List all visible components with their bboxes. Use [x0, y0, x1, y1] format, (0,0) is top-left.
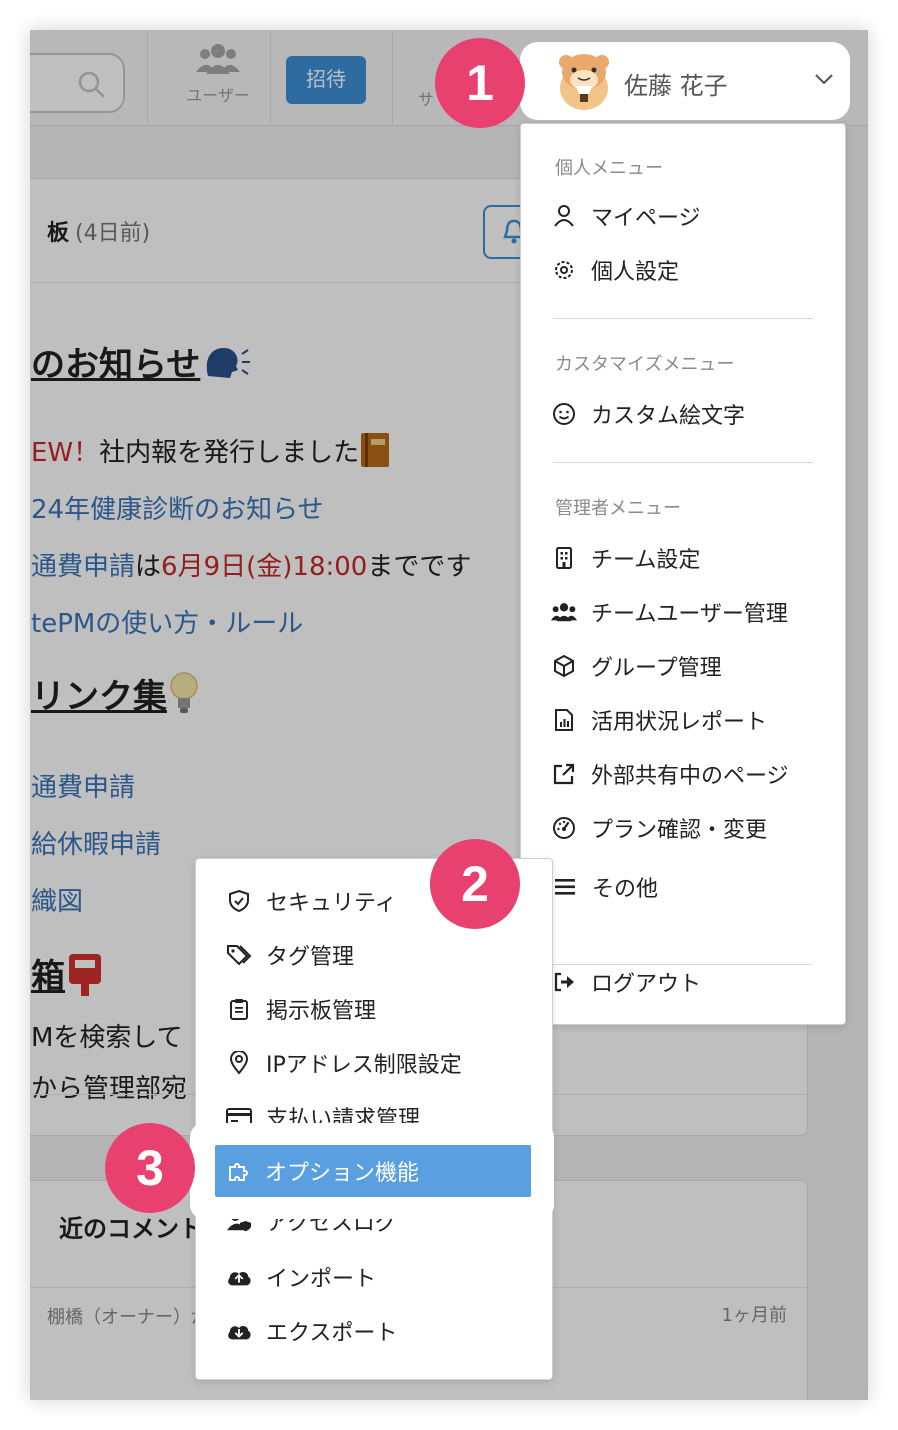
users-icon: [551, 601, 577, 623]
smile-icon: [551, 402, 577, 426]
menu-item-plan[interactable]: プラン確認・変更: [551, 808, 767, 848]
menu-item-group-mgmt[interactable]: グループ管理: [551, 646, 722, 686]
tags-icon: [226, 943, 252, 967]
person-icon: [551, 204, 577, 228]
cloud-upload-icon: [226, 1266, 252, 1288]
divider: [553, 462, 813, 463]
step-badge-1: 1: [435, 38, 525, 128]
clipboard-icon: [226, 997, 252, 1021]
external-link-icon: [551, 762, 577, 786]
shield-icon: [226, 889, 252, 913]
gear-icon: [551, 258, 577, 282]
chevron-down-icon: [815, 74, 833, 85]
menu-item-custom-emoji[interactable]: カスタム絵文字: [551, 394, 745, 434]
divider: [553, 318, 813, 319]
menu-item-external-pages[interactable]: 外部共有中のページ: [551, 754, 789, 794]
other-submenu: セキュリティ タグ管理 掲示板管理 IPアドレス制限設定 支払い請求管理 アクセ…: [195, 858, 553, 1380]
submenu-item-security[interactable]: セキュリティ: [226, 879, 397, 923]
report-icon: [551, 708, 577, 732]
submenu-item-tags[interactable]: タグ管理: [226, 933, 354, 977]
submenu-item-import[interactable]: インポート: [226, 1255, 376, 1299]
user-name: 佐藤 花子: [624, 72, 728, 100]
menu-item-personal-settings[interactable]: 個人設定: [551, 250, 679, 290]
section-customize: カスタマイズメニュー: [555, 354, 735, 375]
location-pin-icon: [226, 1051, 252, 1075]
submenu-item-export[interactable]: エクスポート: [226, 1309, 397, 1353]
menu-item-team-settings[interactable]: チーム設定: [551, 538, 700, 578]
list-icon: [552, 877, 578, 897]
menu-item-other-row: その他: [552, 867, 658, 907]
step-badge-2: 2: [430, 839, 520, 929]
menu-item-team-users[interactable]: チームユーザー管理: [551, 592, 788, 632]
section-admin: 管理者メニュー: [555, 498, 681, 519]
menu-item-logout[interactable]: ログアウト: [551, 962, 701, 1002]
menu-item-mypage[interactable]: マイページ: [551, 196, 701, 236]
app-window: ユーザー 招待 サ 板 (4日前) のお知らせ EW！社内報を発行しました 24年…: [30, 30, 868, 1400]
submenu-item-options[interactable]: オプション機能: [215, 1145, 531, 1197]
building-icon: [551, 546, 577, 570]
user-menu-toggle[interactable]: 佐藤 花子: [520, 42, 850, 120]
hamster-avatar: [559, 54, 609, 110]
puzzle-icon: [225, 1159, 251, 1183]
submenu-item-board-mgmt[interactable]: 掲示板管理: [226, 987, 376, 1031]
gauge-icon: [551, 816, 577, 840]
options-highlight: オプション機能: [190, 1123, 554, 1219]
cube-icon: [551, 654, 577, 678]
menu-item-usage-report[interactable]: 活用状況レポート: [551, 700, 767, 740]
section-personal: 個人メニュー: [555, 158, 663, 179]
logout-icon: [551, 970, 577, 994]
cloud-download-icon: [226, 1320, 252, 1342]
step-badge-3: 3: [105, 1123, 195, 1213]
submenu-item-ip-limit[interactable]: IPアドレス制限設定: [226, 1041, 462, 1085]
